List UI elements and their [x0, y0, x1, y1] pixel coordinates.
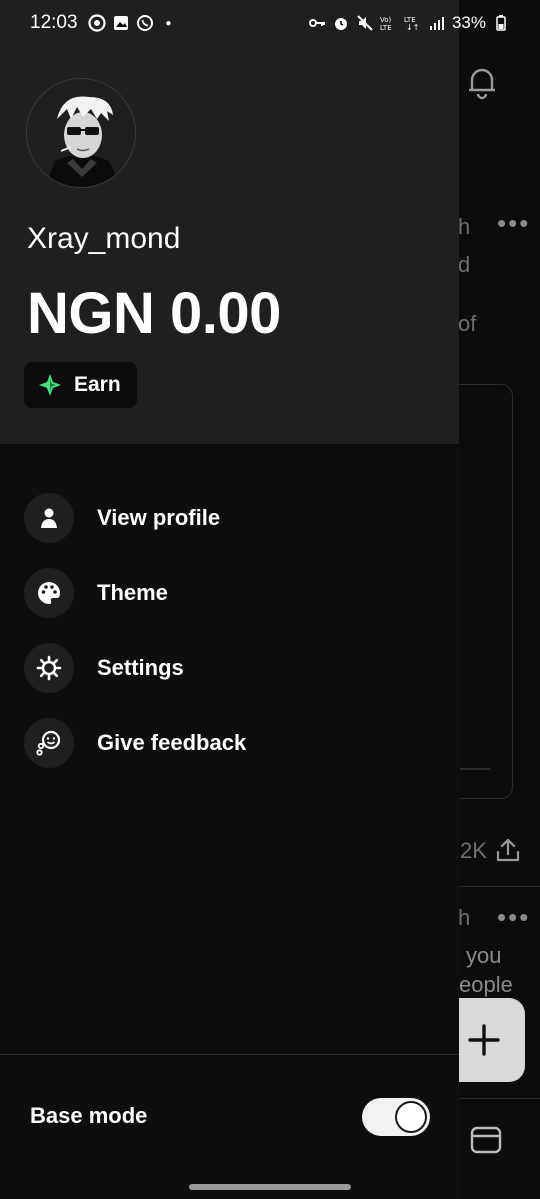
palette-icon — [24, 567, 74, 618]
person-icon — [24, 492, 74, 543]
status-time: 12:03 — [30, 12, 78, 33]
bg-fragment: d — [458, 252, 471, 277]
divider — [0, 1054, 459, 1055]
toggle-knob — [395, 1101, 427, 1133]
earn-button[interactable]: Earn — [24, 362, 137, 408]
battery-icon — [496, 15, 506, 31]
svg-text:↓↑: ↓↑ — [406, 23, 419, 32]
record-icon — [87, 14, 106, 32]
more-icon[interactable]: ••• — [497, 902, 530, 933]
bg-fragment: 2K — [460, 838, 487, 863]
base-mode-toggle[interactable] — [362, 1098, 430, 1136]
lte-icon: LTE↓↑ — [404, 16, 419, 32]
bg-fragment: h — [458, 905, 471, 930]
home-indicator[interactable] — [189, 1184, 351, 1190]
drawer-header: Xray_mond NGN 0.00 Earn — [0, 0, 459, 444]
navigation-drawer: Xray_mond NGN 0.00 Earn View profile The… — [0, 0, 459, 1199]
svg-text:Vo): Vo) — [380, 16, 392, 24]
menu-label: Give feedback — [97, 729, 247, 755]
mute-icon — [357, 15, 373, 31]
inbox-icon[interactable] — [468, 1122, 504, 1158]
more-icon[interactable]: ••• — [497, 208, 530, 239]
bg-separator — [459, 1098, 540, 1099]
key-icon — [308, 19, 325, 27]
whatsapp-icon — [136, 15, 153, 31]
dot-icon: ● — [165, 17, 172, 29]
plus-icon — [468, 1024, 500, 1056]
avatar[interactable] — [26, 78, 136, 188]
bg-separator — [459, 886, 540, 887]
bg-fragment: h — [458, 214, 471, 239]
menu-item-settings[interactable]: Settings — [24, 630, 444, 705]
status-bar: 12:03 ● Vo) LTE LTE ↓↑ 33% — [0, 0, 540, 46]
menu-label: Settings — [97, 654, 184, 680]
gear-icon — [24, 642, 74, 693]
drawer-menu: View profile Theme Settings Give feedbac… — [24, 480, 444, 780]
bg-fragment: of — [458, 311, 477, 336]
signal-icon — [429, 17, 444, 30]
battery-percent: 33% — [451, 13, 486, 32]
username: Xray_mond — [27, 222, 181, 255]
avatar-illustration — [27, 79, 135, 187]
svg-text:LTE: LTE — [380, 24, 392, 32]
alarm-icon — [334, 18, 347, 30]
volte-icon: Vo)LTE — [380, 16, 392, 32]
earn-label: Earn — [74, 373, 121, 396]
base-mode-label: Base mode — [30, 1103, 148, 1128]
sparkle-icon — [39, 374, 61, 396]
menu-item-theme[interactable]: Theme — [24, 555, 444, 630]
menu-label: Theme — [97, 579, 168, 605]
bg-fragment: you — [466, 943, 502, 968]
wallet-balance: NGN 0.00 — [27, 281, 281, 346]
menu-item-view-profile[interactable]: View profile — [24, 480, 444, 555]
share-icon[interactable] — [494, 836, 522, 864]
bg-fragment: eople — [459, 972, 513, 997]
menu-item-give-feedback[interactable]: Give feedback — [24, 705, 444, 780]
gallery-icon — [113, 16, 128, 30]
feedback-icon — [24, 717, 74, 768]
bg-card-line — [460, 768, 490, 770]
menu-label: View profile — [97, 504, 221, 530]
bell-icon[interactable] — [462, 62, 502, 102]
